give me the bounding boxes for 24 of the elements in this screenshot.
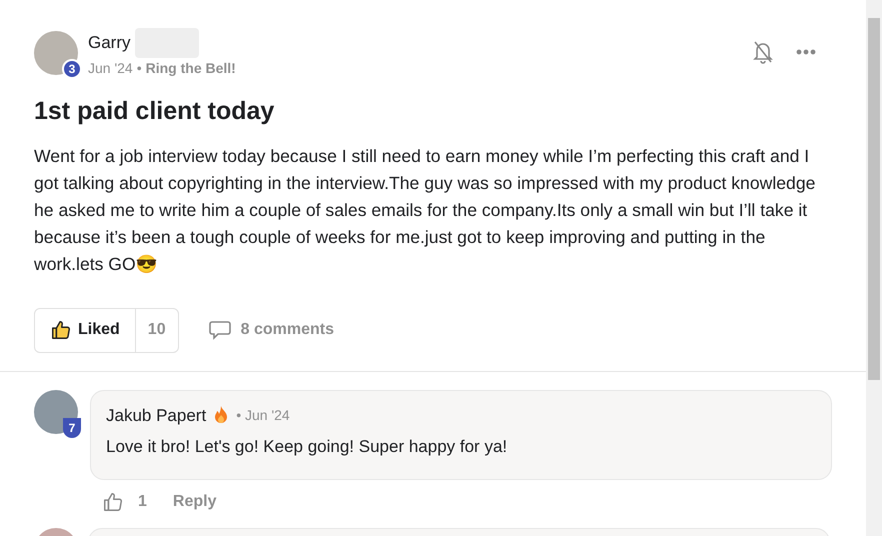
scrollbar-thumb[interactable] xyxy=(868,18,880,380)
flame-icon xyxy=(214,406,228,424)
author-name[interactable]: Garry xyxy=(88,30,130,56)
speech-bubble-icon xyxy=(208,320,231,340)
comment-text: Love it bro! Let's go! Keep going! Super happy for ya! xyxy=(106,436,508,458)
commenter-name[interactable]: Jakub Papert xyxy=(106,402,206,428)
post-body: Went for a job interview today because I still need to earn money while I’m perfecting this craft and I got talking about copyrighting in the interview.The guy was so impressed with my product knowledge he asked me to write him a couple of sales emails for the company.Its only a small win but I’ll take it because it’s been a tough couple of weeks for me.just got to keep improving and putting in the work.lets GO😎 xyxy=(34,144,816,276)
post-date: Jun '24 xyxy=(88,59,133,78)
level-badge: 3 xyxy=(62,58,82,78)
more-options-icon[interactable] xyxy=(796,49,816,55)
comment-date: • Jun '24 xyxy=(236,406,290,425)
like-count: 10 xyxy=(146,320,167,340)
avatar[interactable] xyxy=(34,30,78,74)
post-title: 1st paid client today xyxy=(34,96,276,127)
like-button[interactable]: Liked 10 xyxy=(34,308,179,352)
avatar[interactable] xyxy=(34,390,78,434)
scrollbar[interactable] xyxy=(866,0,882,536)
level-badge: 7 xyxy=(63,418,81,438)
separator-dot: • xyxy=(136,59,142,78)
comment-like-count: 1 xyxy=(138,492,147,512)
like-label[interactable]: Liked xyxy=(78,318,120,342)
muted-bell-icon[interactable] xyxy=(752,40,774,64)
thumbs-up-icon xyxy=(50,319,72,341)
thumbs-up-icon xyxy=(102,490,124,512)
